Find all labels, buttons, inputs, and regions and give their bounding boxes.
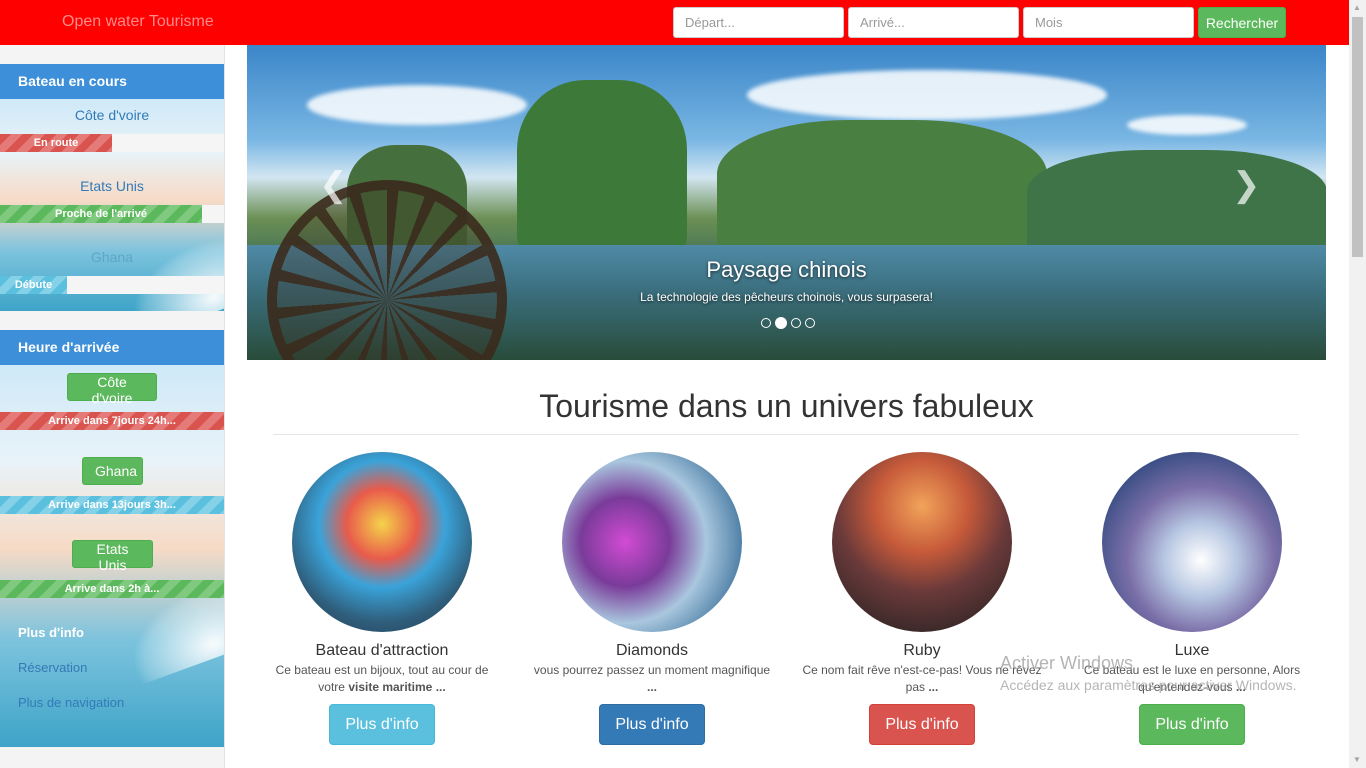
arrive-input[interactable] — [848, 7, 1019, 38]
arrival-country-button-0[interactable]: Côte d'voire — [67, 373, 157, 406]
boat-card-ruby: Ruby Ce nom fait rêve n'est-ce-pas! Vous… — [802, 452, 1042, 745]
card-title: Diamonds — [615, 642, 689, 659]
boat-card-attraction: Bateau d'attraction Ce bateau est un bij… — [262, 452, 502, 745]
boat-card-luxe: Luxe Ce bateau est le luxe en personne, … — [1072, 452, 1312, 745]
more-info-heading: Plus d'info — [18, 625, 84, 640]
windows-activation-title: Activer Windows — [1000, 653, 1134, 673]
boat-country-0: Côte d'voire — [74, 107, 150, 123]
card-text: Ce bateau est un bijoux, tout au cour de… — [275, 663, 489, 694]
boat-progress-1: Proche de l'arrivé — [0, 205, 224, 223]
card-text: vous pourrez passez un moment magnifique… — [533, 663, 771, 694]
chevron-left-icon[interactable]: ❮ — [319, 165, 348, 205]
arrival-eta-bar-1: Arrive dans 13jours 3h... — [0, 496, 224, 514]
section-divider — [273, 434, 1299, 435]
top-navbar: Open water Tourisme Rechercher — [0, 0, 1349, 45]
boat-attraction-image — [292, 452, 472, 632]
reservation-link[interactable]: Réservation — [18, 660, 87, 675]
scroll-thumb[interactable] — [1352, 17, 1363, 257]
card-title: Bateau d'attraction — [315, 642, 449, 659]
more-info-button[interactable]: Plus d'info — [869, 704, 975, 745]
hero-carousel: ❮ ❯ Paysage chinois La technologie des p… — [247, 45, 1326, 360]
boat-progress-0: En route — [0, 134, 224, 152]
boat-progress-2: Débute — [0, 276, 224, 294]
carousel-indicator-3[interactable] — [791, 318, 801, 328]
carousel-indicators — [761, 317, 815, 329]
search-button[interactable]: Rechercher — [1198, 7, 1286, 38]
more-info-button[interactable]: Plus d'info — [329, 704, 435, 745]
page-scrollbar[interactable]: ▲ ▼ — [1349, 0, 1366, 768]
scroll-up-icon[interactable]: ▲ — [1353, 3, 1361, 12]
boat-ruby-image — [832, 452, 1012, 632]
month-input[interactable] — [1023, 7, 1194, 38]
depart-input[interactable] — [673, 7, 844, 38]
more-navigation-link[interactable]: Plus de navigation — [18, 695, 124, 710]
section-heading: Tourisme dans un univers fabuleux — [539, 388, 1034, 424]
more-info-button[interactable]: Plus d'info — [599, 704, 705, 745]
arrival-eta-0: Arrive dans 7jours 24h... — [0, 412, 224, 430]
boat-luxe-image — [1102, 452, 1282, 632]
more-info-button[interactable]: Plus d'info — [1139, 704, 1245, 745]
boat-card-diamonds: Diamonds vous pourrez passez un moment m… — [532, 452, 772, 745]
boat-diamonds-image — [562, 452, 742, 632]
boat-country-2: Ghana — [90, 249, 134, 265]
carousel-indicator-4[interactable] — [805, 318, 815, 328]
arrival-country-button-1[interactable]: Ghana — [82, 457, 143, 485]
arrival-eta-2: Arrive dans 2h à... — [0, 580, 224, 598]
boat-progress-bar-1: Proche de l'arrivé — [0, 205, 202, 223]
sidebar: Bateau en cours Côte d'voire En route Et… — [0, 45, 225, 768]
boat-progress-bar-2: Débute — [0, 276, 67, 294]
current-boats-title: Bateau en cours — [0, 64, 224, 99]
chevron-right-icon[interactable]: ❯ — [1232, 165, 1261, 205]
carousel-indicator-2[interactable] — [775, 317, 787, 329]
carousel-caption-text: La technologie des pêcheurs choinois, vo… — [640, 290, 933, 304]
arrival-country-button-2[interactable]: Etats Unis — [72, 540, 153, 573]
arrival-eta-1: Arrive dans 13jours 3h... — [0, 496, 224, 514]
arrival-eta-bar-0: Arrive dans 7jours 24h... — [0, 412, 224, 430]
carousel-indicator-1[interactable] — [761, 318, 771, 328]
scroll-down-icon[interactable]: ▼ — [1353, 755, 1361, 764]
boat-country-1: Etats Unis — [80, 178, 144, 194]
arrival-title: Heure d'arrivée — [0, 330, 224, 365]
boat-progress-bar-0: En route — [0, 134, 112, 152]
brand-title[interactable]: Open water Tourisme — [62, 13, 214, 31]
arrival-eta-bar-2: Arrive dans 2h à... — [0, 580, 224, 598]
carousel-caption-title: Paysage chinois — [706, 257, 867, 282]
windows-activation-text: Accédez aux paramètres pour activer Wind… — [1000, 677, 1297, 693]
